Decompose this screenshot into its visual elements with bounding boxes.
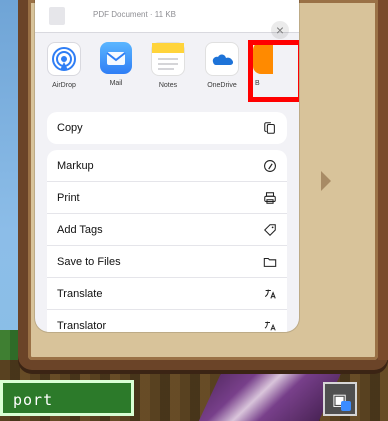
action-label: Translate xyxy=(57,287,103,300)
onedrive-highlight-box xyxy=(248,40,299,102)
app-onedrive[interactable]: OneDrive xyxy=(201,42,243,89)
share-sheet-header: PDF Document · 11 KB xyxy=(35,0,299,33)
app-label: AirDrop xyxy=(52,82,76,89)
document-meta: PDF Document · 11 KB xyxy=(93,10,176,19)
close-icon: × xyxy=(275,22,285,38)
action-group-copy: Copy xyxy=(47,112,287,144)
app-label: Mail xyxy=(109,80,123,87)
app-airdrop[interactable]: AirDrop xyxy=(43,42,85,89)
action-label: Print xyxy=(57,191,80,204)
notes-icon xyxy=(151,42,185,76)
action-label: Translator xyxy=(57,320,107,332)
action-markup[interactable]: Markup xyxy=(47,150,287,182)
document-thumbnail xyxy=(49,7,65,25)
book-spine xyxy=(378,0,388,360)
page-next-arrow-icon[interactable] xyxy=(321,171,331,191)
airdrop-icon xyxy=(47,42,81,76)
translate-icon xyxy=(263,287,277,301)
action-label: Copy xyxy=(57,122,83,134)
badge-icon xyxy=(341,401,351,411)
book-button[interactable]: ▣ xyxy=(323,382,357,416)
action-translator[interactable]: Translator xyxy=(47,310,287,332)
folder-icon xyxy=(263,255,277,269)
app-notes[interactable]: Notes xyxy=(147,42,189,89)
action-label: Markup xyxy=(57,159,94,172)
app-label: OneDrive xyxy=(207,82,237,89)
markup-icon xyxy=(263,159,277,173)
mail-icon xyxy=(100,42,132,74)
onedrive-icon xyxy=(205,42,239,76)
report-button[interactable]: port xyxy=(0,380,134,416)
app-label: Notes xyxy=(158,82,178,89)
action-label: Save to Files xyxy=(57,255,121,268)
action-print[interactable]: Print xyxy=(47,182,287,214)
copy-icon xyxy=(263,121,277,135)
action-translate[interactable]: Translate xyxy=(47,278,287,310)
action-label: Add Tags xyxy=(57,223,103,236)
action-group-list: Markup Print Add Tags Save to Files Tran… xyxy=(47,150,287,332)
print-icon xyxy=(263,191,277,205)
translator-icon xyxy=(263,319,277,332)
report-button-label: port xyxy=(13,391,54,409)
tag-icon xyxy=(263,223,277,237)
action-copy[interactable]: Copy xyxy=(47,112,287,144)
action-save-to-files[interactable]: Save to Files xyxy=(47,246,287,278)
close-button[interactable]: × xyxy=(271,21,289,39)
share-sheet: PDF Document · 11 KB AirDrop Mail Notes … xyxy=(35,0,299,332)
action-add-tags[interactable]: Add Tags xyxy=(47,214,287,246)
app-mail[interactable]: Mail xyxy=(95,42,137,87)
